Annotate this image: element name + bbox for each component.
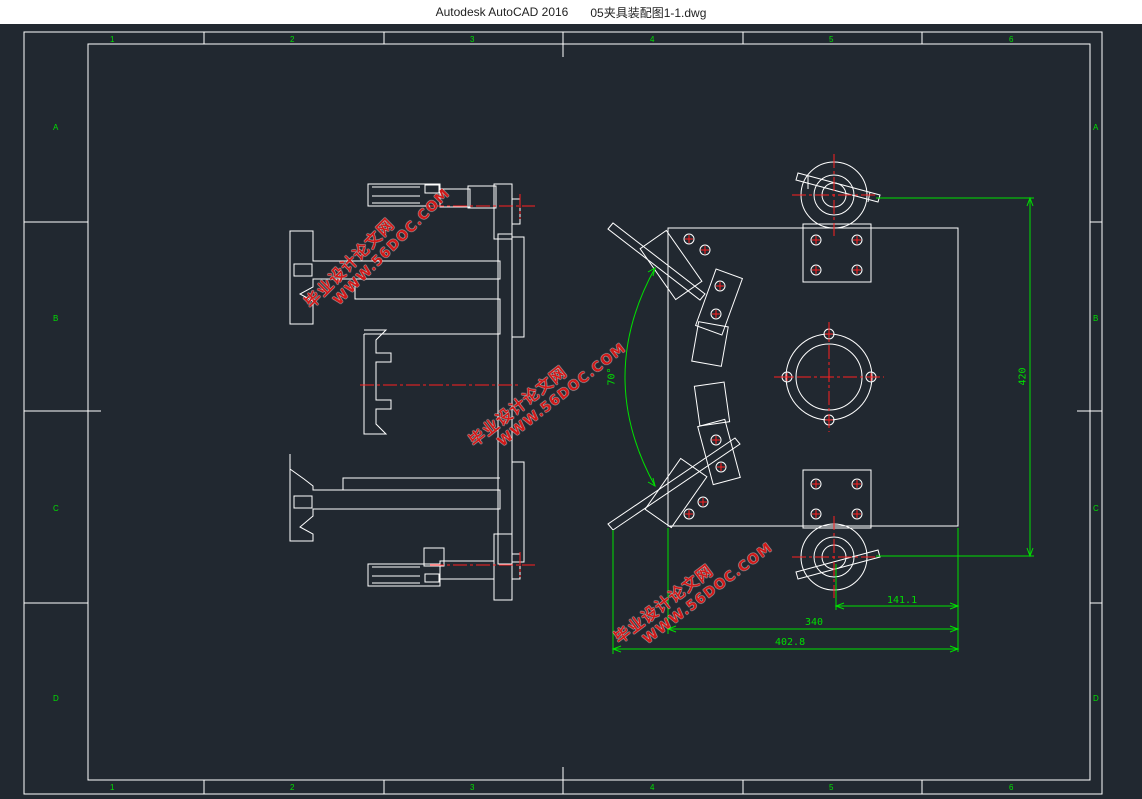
file-name: 05夹具装配图1-1.dwg [590, 5, 707, 20]
drawing-canvas[interactable]: 1 2 3 4 5 6 1 2 3 4 5 6 A B C D A B C D … [0, 24, 1142, 799]
centerlines [360, 154, 884, 598]
app-title: Autodesk AutoCAD 2016 [435, 5, 569, 19]
dimension-340: 340 [805, 617, 824, 628]
row-label-left-b: B [53, 314, 59, 323]
col-label-bottom-5: 5 [829, 783, 834, 792]
outer-frame [23, 31, 1103, 795]
window-title-bar: Autodesk AutoCAD 2016 05夹具装配图1-1.dwg [0, 0, 1142, 25]
base-plate-assembly [607, 161, 959, 591]
row-label-right-a: A [1093, 123, 1099, 132]
row-label-left-d: D [53, 694, 59, 703]
col-label-top-6: 6 [1009, 35, 1014, 44]
row-label-right-b: B [1093, 314, 1099, 323]
col-label-top-2: 2 [290, 35, 295, 44]
col-label-top-4: 4 [650, 35, 655, 44]
inner-frame [87, 43, 1091, 781]
row-label-right-c: C [1093, 504, 1099, 513]
dimension-141: 141.1 [887, 595, 918, 606]
row-label-right-d: D [1093, 694, 1099, 703]
col-label-bottom-2: 2 [290, 783, 295, 792]
col-label-top-1: 1 [110, 35, 115, 44]
left-clamp-assembly [289, 183, 525, 601]
cad-drawing[interactable] [0, 24, 1142, 799]
dimension-402: 402.8 [775, 637, 806, 648]
col-label-top-5: 5 [829, 35, 834, 44]
dimension-arc: 70° [606, 367, 618, 386]
col-label-bottom-3: 3 [470, 783, 475, 792]
col-label-top-3: 3 [470, 35, 475, 44]
col-label-bottom-6: 6 [1009, 783, 1014, 792]
col-label-bottom-4: 4 [650, 783, 655, 792]
col-label-bottom-1: 1 [110, 783, 115, 792]
dimension-lines [611, 196, 1034, 654]
row-label-left-c: C [53, 504, 59, 513]
row-label-left-a: A [53, 123, 59, 132]
zone-dividers [24, 32, 1102, 794]
dimension-vertical: 420 [1017, 367, 1029, 386]
